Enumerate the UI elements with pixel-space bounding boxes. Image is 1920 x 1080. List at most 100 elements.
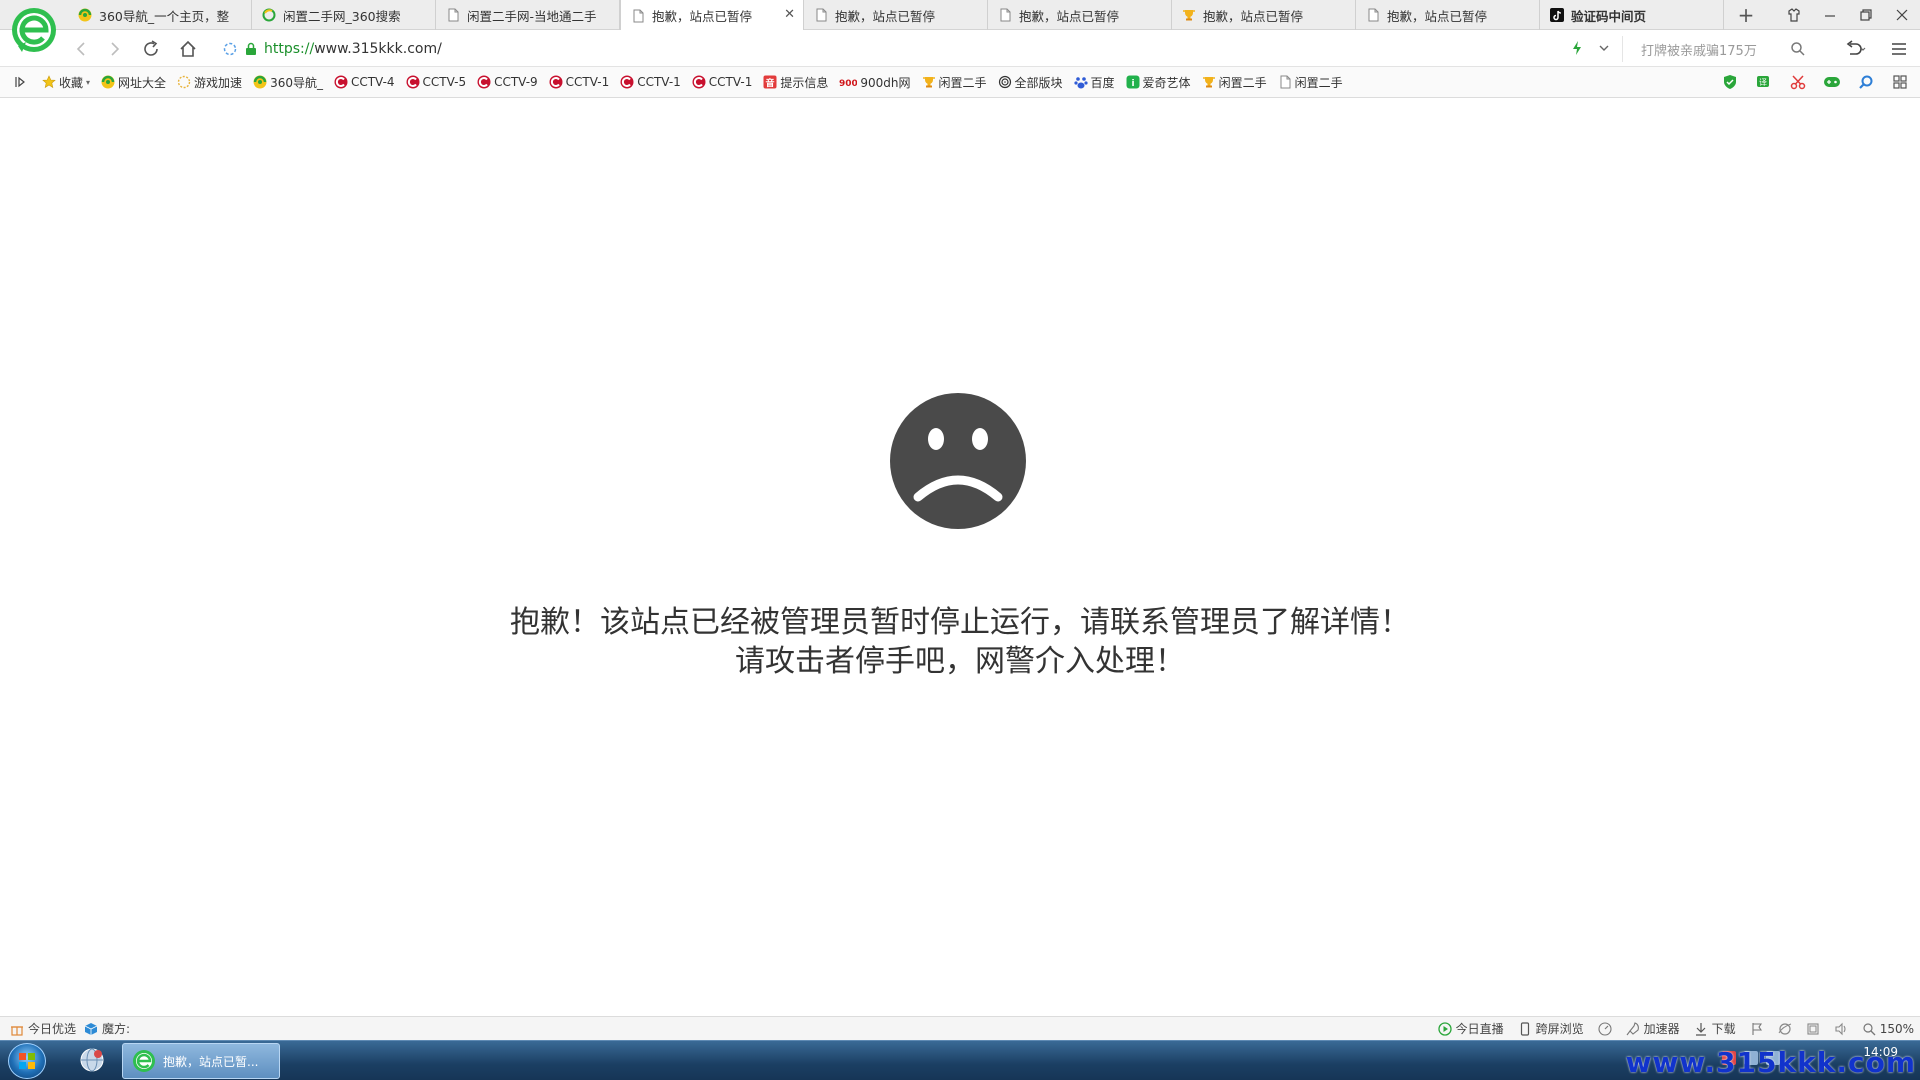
expand-icon: [15, 76, 25, 88]
bookmark-label: CCTV-1: [708, 75, 753, 89]
status-item[interactable]: 今日优选: [10, 1020, 76, 1037]
tab-6[interactable]: 抱歉，站点已暂停: [1172, 0, 1356, 30]
bookmark-item[interactable]: 闲置二手: [1202, 74, 1267, 91]
status-item[interactable]: [1598, 1021, 1612, 1036]
trophy-icon: [922, 75, 936, 89]
reload-button[interactable]: [138, 36, 164, 62]
bookmark-item[interactable]: 全部版块: [998, 74, 1063, 91]
magnifier-icon[interactable]: [1856, 73, 1876, 91]
svg-text:i: i: [1131, 79, 1134, 89]
back-button[interactable]: [68, 36, 94, 62]
bookmark-item[interactable]: i 爱奇艺体: [1126, 74, 1191, 91]
tab-list: 360导航_一个主页，整 闲置二手网_360搜索 闲置二手网-当地通二手 抱歉，站点已…: [68, 0, 1724, 31]
tab-5[interactable]: 抱歉，站点已暂停: [988, 0, 1172, 30]
restore-button[interactable]: [1848, 0, 1884, 30]
search-icon[interactable]: [1790, 41, 1806, 57]
search-box[interactable]: 打牌被亲戚骗175万: [1622, 36, 1814, 62]
phone-icon: [1518, 1021, 1532, 1036]
status-left: 今日优选 魔方:: [10, 1020, 130, 1037]
status-label: 今日优选: [28, 1022, 77, 1036]
tab-1[interactable]: 闲置二手网_360搜索: [252, 0, 436, 30]
status-item[interactable]: 今日直播: [1437, 1020, 1504, 1037]
minimize-icon: [1825, 15, 1835, 17]
play-icon: [1437, 1021, 1452, 1036]
bookmark-item[interactable]: 网址大全: [101, 74, 166, 91]
extension-icons: 译: [1720, 73, 1910, 91]
tab-3[interactable]: 抱歉，站点已暂停 ✕: [620, 0, 804, 31]
bookmark-item[interactable]: 360导航_: [253, 74, 323, 91]
page-icon: [1366, 8, 1380, 22]
home-button[interactable]: [175, 36, 201, 62]
tab-7[interactable]: 抱歉，站点已暂停: [1356, 0, 1540, 30]
grid-apps-icon[interactable]: [1890, 73, 1910, 91]
skin-button[interactable]: [1776, 0, 1812, 30]
bookmark-label: 爱奇艺体: [1142, 75, 1191, 90]
bookmark-item[interactable]: CCTV-1: [549, 75, 609, 89]
shield-icon[interactable]: [1720, 73, 1740, 91]
bookmark-item[interactable]: 闲置二手: [922, 74, 987, 91]
minimize-button[interactable]: [1812, 0, 1848, 30]
bookmark-item[interactable]: CCTV-9: [477, 75, 538, 89]
status-item[interactable]: 魔方:: [84, 1020, 130, 1037]
bookmark-item[interactable]: 音提示信息: [763, 74, 828, 91]
tab-4[interactable]: 抱歉，站点已暂停: [804, 0, 988, 30]
bookmark-item[interactable]: 900 900dh网: [839, 74, 910, 91]
bookmark-item[interactable]: CCTV-5: [406, 75, 466, 89]
status-item[interactable]: 跨屏浏览: [1518, 1020, 1584, 1037]
close-icon: [1896, 9, 1908, 21]
status-item[interactable]: 加速器: [1626, 1020, 1680, 1037]
lightning-icon[interactable]: [1570, 40, 1584, 56]
status-item[interactable]: [1834, 1022, 1848, 1036]
tab-label: 抱歉，站点已暂停: [1203, 8, 1304, 24]
gamepad-icon[interactable]: [1822, 73, 1842, 91]
chevron-down-icon: ▾: [86, 77, 91, 87]
status-right: 今日直播 跨屏浏览 加速器 下载 150%: [1437, 1020, 1914, 1037]
url-text[interactable]: https://www.315kkk.com/: [264, 41, 442, 57]
bookmark-item[interactable]: CCTV-1: [692, 75, 753, 89]
bookmark-item[interactable]: CCTV-1: [620, 75, 681, 89]
menu-button[interactable]: [1886, 36, 1912, 62]
new-tab-button[interactable]: +: [1728, 0, 1764, 30]
status-item[interactable]: [1778, 1022, 1792, 1036]
tab-0[interactable]: 360导航_一个主页，整: [68, 0, 252, 30]
bookmark-item[interactable]: 百度: [1073, 74, 1115, 91]
tab-label: 闲置二手网_360搜索: [283, 8, 401, 24]
forward-button[interactable]: [102, 36, 128, 62]
taskbar-pinned-app[interactable]: [68, 1044, 116, 1078]
page-icon: [814, 8, 828, 22]
tab-2[interactable]: 闲置二手网-当地通二手: [436, 0, 620, 30]
browser-logo-icon[interactable]: [8, 6, 60, 58]
game-icon: [177, 75, 191, 89]
bookmark-label: CCTV-4: [350, 75, 395, 89]
bookmark-item[interactable]: 闲置二手: [1278, 74, 1343, 91]
url-scheme: https://: [264, 41, 315, 57]
start-button[interactable]: [8, 1043, 46, 1079]
restore-icon: [1860, 9, 1872, 21]
page-icon: [446, 8, 460, 22]
bookmark-item[interactable]: 收藏 ▾: [42, 74, 90, 91]
chevron-down-icon[interactable]: [1598, 42, 1610, 54]
bookmark-toggle-button[interactable]: [14, 76, 26, 88]
status-item[interactable]: [1750, 1022, 1764, 1036]
status-item[interactable]: [1806, 1022, 1820, 1036]
cctv-icon: [692, 75, 706, 89]
taskbar-task-label: 抱歉，站点已暂...: [163, 1054, 259, 1069]
svg-text:音: 音: [766, 77, 775, 89]
tab-close-icon[interactable]: ✕: [784, 8, 795, 22]
bookmark-item[interactable]: CCTV-4: [334, 75, 395, 89]
zoom-icon: [1862, 1022, 1876, 1036]
trophy-icon: [1182, 8, 1196, 22]
tab-8[interactable]: 验证码中间页: [1540, 0, 1724, 30]
bookmark-item[interactable]: 游戏加速: [177, 74, 242, 91]
translate-icon[interactable]: 译: [1754, 73, 1774, 91]
sad-face-icon: [890, 393, 1026, 529]
trophy-icon: [1202, 75, 1216, 89]
close-window-button[interactable]: [1884, 0, 1920, 30]
taskbar-browser-task[interactable]: 抱歉，站点已暂...: [122, 1043, 280, 1079]
scissors-icon[interactable]: [1788, 73, 1808, 91]
address-bar[interactable]: https://www.315kkk.com/: [222, 36, 1614, 62]
page-loading-icon: [223, 42, 237, 56]
status-item[interactable]: 下载: [1694, 1020, 1736, 1037]
status-item[interactable]: 150%: [1862, 1022, 1914, 1036]
undo-close-button[interactable]: [1842, 36, 1868, 62]
